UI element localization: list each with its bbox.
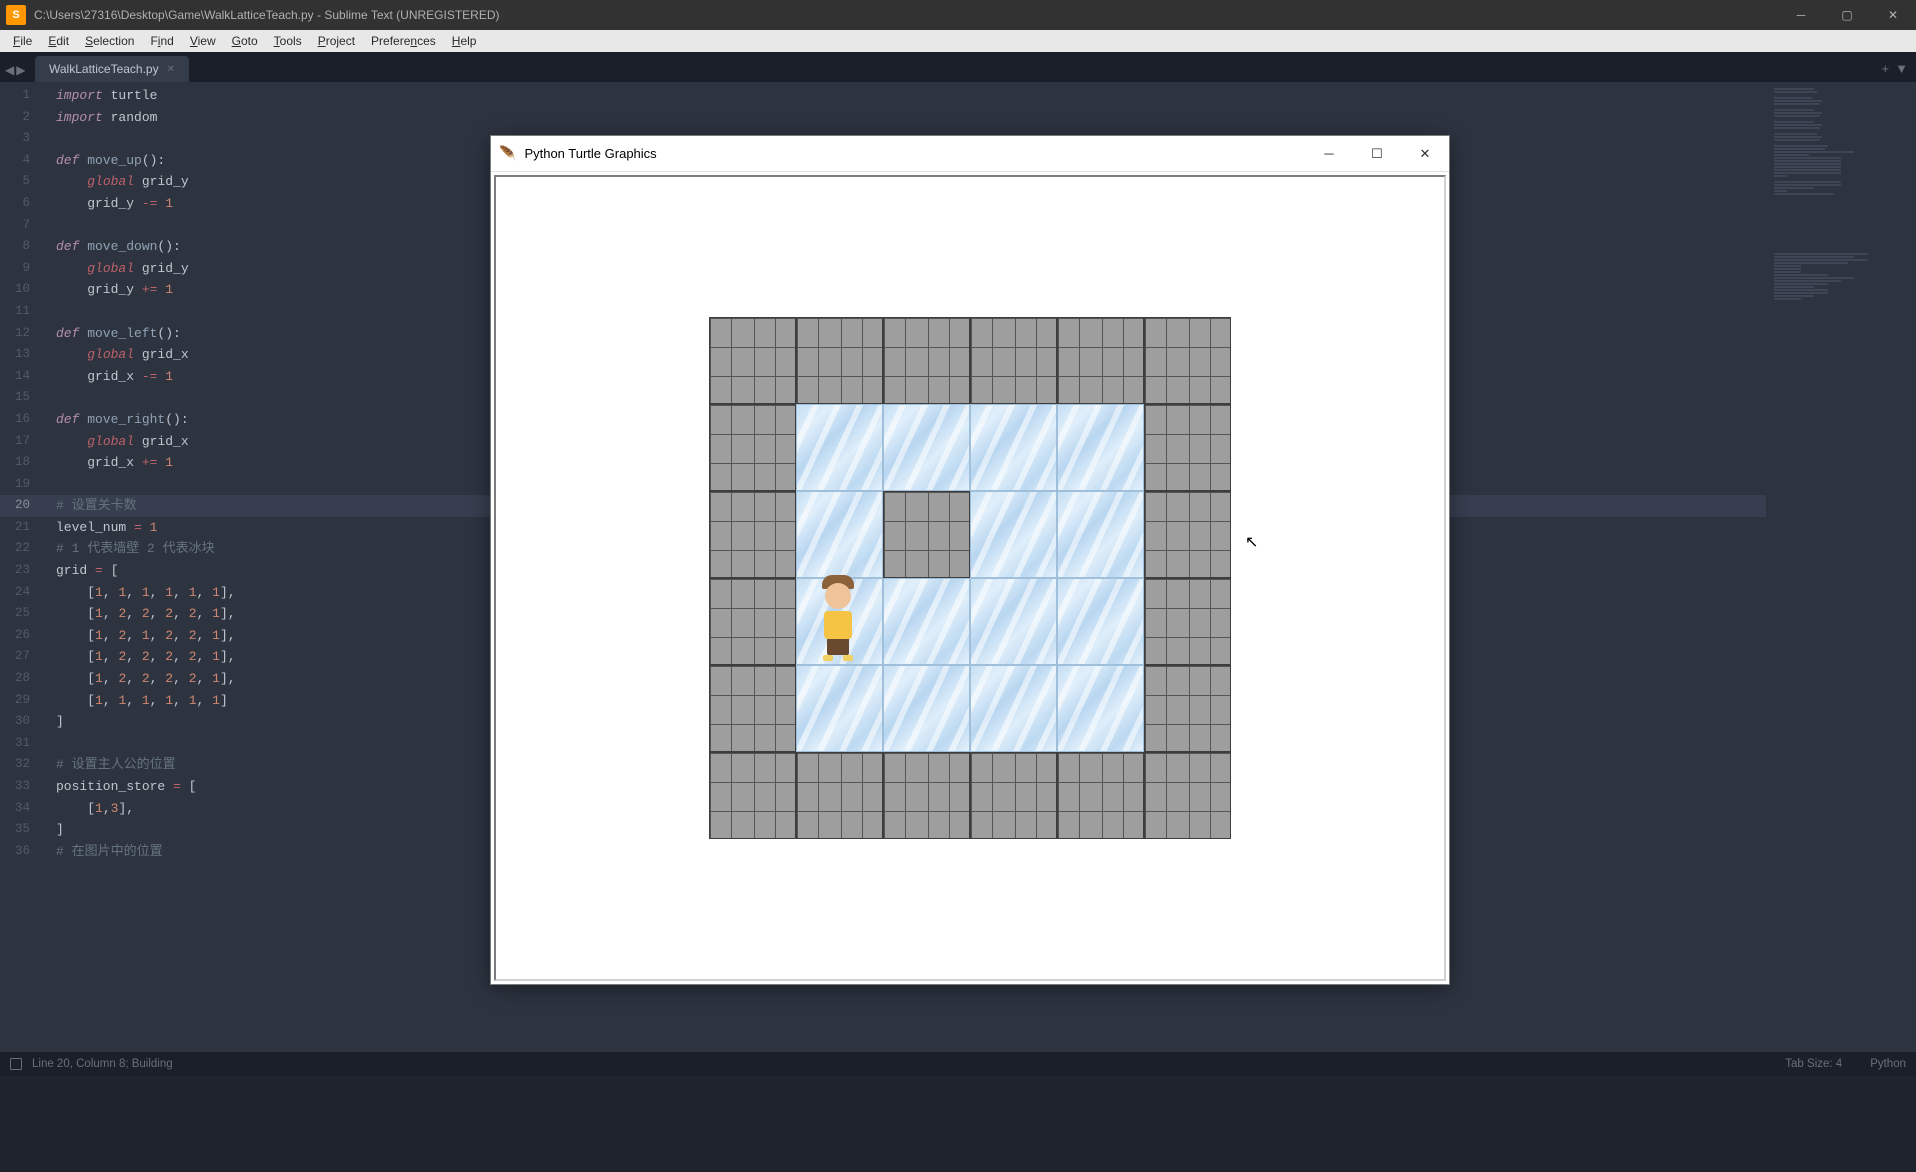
turtle-maximize-button[interactable]: ☐ <box>1353 136 1401 171</box>
close-button[interactable]: ✕ <box>1870 0 1916 30</box>
minimap[interactable] <box>1766 82 1916 1052</box>
ice-tile <box>883 578 970 665</box>
menu-edit[interactable]: Edit <box>40 32 77 50</box>
ice-tile <box>970 491 1057 578</box>
wall-tile <box>1144 491 1231 578</box>
wall-tile <box>709 317 796 404</box>
wall-tile <box>796 317 883 404</box>
ice-tile <box>970 578 1057 665</box>
menu-project[interactable]: Project <box>310 32 363 50</box>
tab-walklatticeteach[interactable]: WalkLatticeTeach.py ✕ <box>35 56 189 82</box>
wall-tile <box>709 665 796 752</box>
ice-tile <box>970 665 1057 752</box>
menu-tools[interactable]: Tools <box>266 32 310 50</box>
ice-tile <box>1057 665 1144 752</box>
turtle-window: 🪶 Python Turtle Graphics ─ ☐ ✕ <box>490 135 1450 985</box>
wall-tile <box>709 578 796 665</box>
window-title: C:\Users\27316\Desktop\Game\WalkLatticeT… <box>32 8 1778 22</box>
menu-file[interactable]: File <box>5 32 40 50</box>
wall-tile <box>796 752 883 839</box>
turtle-titlebar[interactable]: 🪶 Python Turtle Graphics ─ ☐ ✕ <box>491 136 1449 172</box>
new-tab-button[interactable]: + <box>1882 61 1890 76</box>
turtle-close-button[interactable]: ✕ <box>1401 136 1449 171</box>
ice-tile <box>1057 491 1144 578</box>
menu-selection[interactable]: Selection <box>77 32 142 50</box>
maximize-button[interactable]: ▢ <box>1824 0 1870 30</box>
wall-tile <box>1144 752 1231 839</box>
menu-view[interactable]: View <box>182 32 224 50</box>
ice-tile <box>796 404 883 491</box>
ice-tile <box>796 491 883 578</box>
status-language[interactable]: Python <box>1870 1058 1906 1070</box>
sublime-icon: S <box>6 5 26 25</box>
line-gutter: 1234567891011121314151617181920212223242… <box>0 82 48 1052</box>
status-cursor-pos: Line 20, Column 8; Building <box>32 1058 173 1070</box>
wall-tile <box>1144 404 1231 491</box>
forward-button[interactable]: ▶ <box>16 63 25 77</box>
game-grid <box>709 317 1231 839</box>
menu-help[interactable]: Help <box>444 32 485 50</box>
python-feather-icon: 🪶 <box>499 145 516 162</box>
wall-tile <box>970 752 1057 839</box>
wall-tile <box>1057 752 1144 839</box>
menu-preferences[interactable]: Preferences <box>363 32 444 50</box>
turtle-window-title: Python Turtle Graphics <box>524 146 1305 161</box>
wall-tile <box>709 404 796 491</box>
status-panel-icon[interactable] <box>10 1058 22 1070</box>
tab-menu-button[interactable]: ▼ <box>1895 61 1908 76</box>
wall-tile <box>1144 665 1231 752</box>
wall-tile <box>883 752 970 839</box>
menu-goto[interactable]: Goto <box>224 32 266 50</box>
ice-tile <box>883 404 970 491</box>
menu-find[interactable]: Find <box>142 32 181 50</box>
wall-tile <box>1057 317 1144 404</box>
wall-tile <box>970 317 1057 404</box>
window-controls: ─ ▢ ✕ <box>1778 0 1916 30</box>
turtle-minimize-button[interactable]: ─ <box>1305 136 1353 171</box>
player-sprite <box>818 583 858 661</box>
ice-tile <box>970 404 1057 491</box>
ice-tile <box>883 665 970 752</box>
menubar: File Edit Selection Find View Goto Tools… <box>0 30 1916 52</box>
wall-tile <box>1144 317 1231 404</box>
ice-tile <box>796 665 883 752</box>
tab-close-icon[interactable]: ✕ <box>167 64 175 75</box>
status-tabsize[interactable]: Tab Size: 4 <box>1785 1058 1842 1070</box>
ice-tile <box>1057 578 1144 665</box>
wall-tile <box>883 317 970 404</box>
back-button[interactable]: ◀ <box>5 63 14 77</box>
nav-arrows: ◀ ▶ <box>5 63 25 77</box>
minimize-button[interactable]: ─ <box>1778 0 1824 30</box>
ice-tile <box>1057 404 1144 491</box>
mouse-cursor: ↖ <box>1245 532 1258 552</box>
wall-tile <box>1144 578 1231 665</box>
tabbar: ◀ ▶ WalkLatticeTeach.py ✕ + ▼ <box>0 52 1916 82</box>
wall-tile <box>709 752 796 839</box>
statusbar: Line 20, Column 8; Building Tab Size: 4 … <box>0 1052 1916 1076</box>
wall-tile <box>709 491 796 578</box>
turtle-canvas <box>494 175 1446 981</box>
window-titlebar: S C:\Users\27316\Desktop\Game\WalkLattic… <box>0 0 1916 30</box>
tab-label: WalkLatticeTeach.py <box>49 62 159 76</box>
wall-tile <box>883 491 970 578</box>
